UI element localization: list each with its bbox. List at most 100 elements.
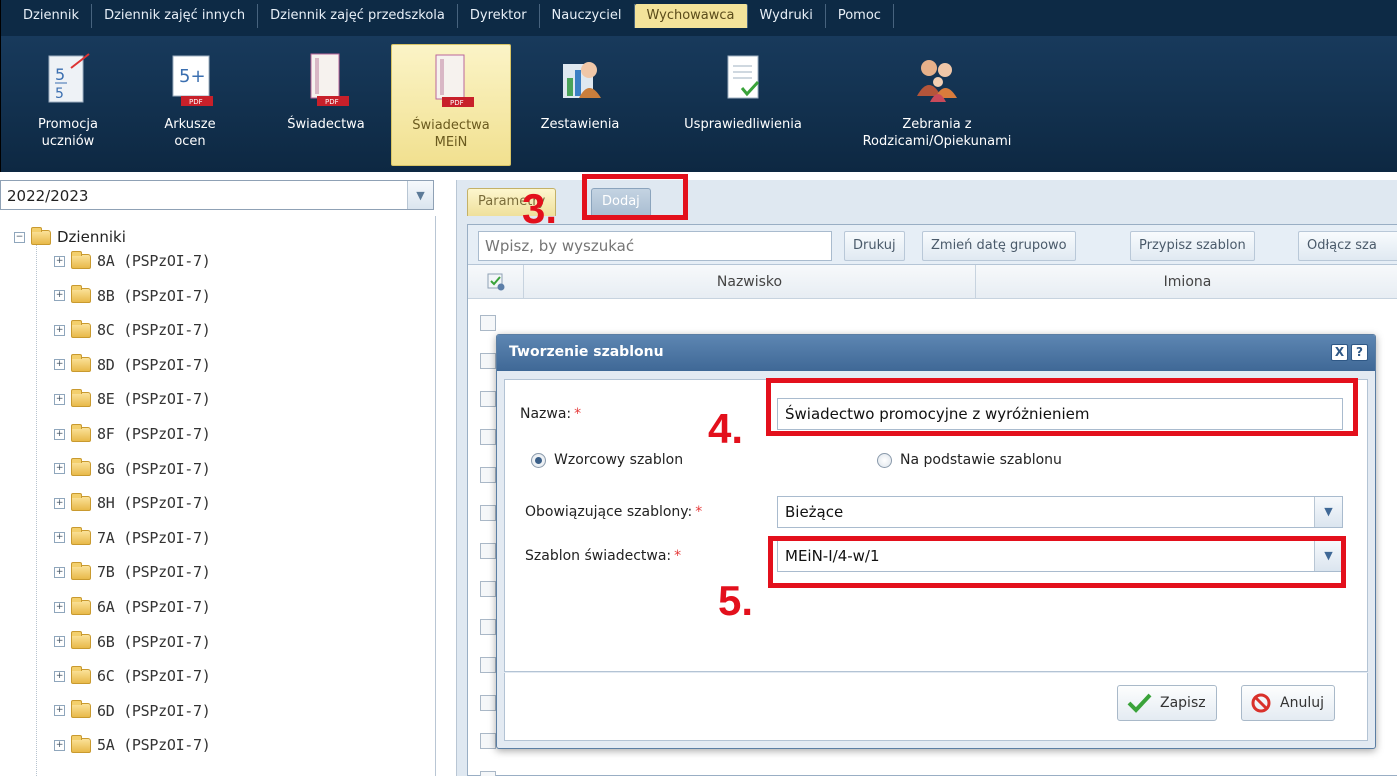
expand-icon[interactable]: + [54,359,65,371]
tree-item-label: 8H (PSPzOI-7) [97,494,211,513]
svg-text:PDF: PDF [450,99,464,107]
school-year-select[interactable]: 2022/2023 ▼ [0,180,434,210]
swiadectwa-button[interactable]: PDF Świadectwa [271,44,381,166]
tree-item-class[interactable]: +6C (PSPzOI-7) [54,665,211,685]
radio-selected-icon[interactable] [531,452,546,468]
swiadectwa-mein-button[interactable]: PDF Świadectwa MEiN [391,44,511,166]
open-folder-icon [31,226,51,245]
expand-icon[interactable]: + [54,463,65,475]
column-header-imiona[interactable]: Imiona [976,265,1397,299]
tree-item-label: 8D (PSPzOI-7) [97,355,211,374]
column-header-nazwisko[interactable]: Nazwisko [524,265,976,299]
folder-icon [71,665,91,684]
grid-header: Nazwisko Imiona [468,265,1397,299]
expand-icon[interactable]: + [54,566,65,578]
row-checkbox[interactable] [480,543,496,559]
tree-item-label: 6D (PSPzOI-7) [97,701,211,720]
tree-item-class[interactable]: +6A (PSPzOI-7) [54,596,211,616]
row-checkbox[interactable] [480,619,496,635]
row-checkbox[interactable] [480,657,496,673]
print-button[interactable]: Drukuj [844,231,905,261]
arkusze-ocen-button[interactable]: 5+ PDF Arkusze ocen [159,44,221,166]
folder-icon [71,354,91,373]
expand-icon[interactable]: + [54,324,65,336]
save-button[interactable]: Zapisz [1117,685,1217,721]
help-icon[interactable]: ? [1351,344,1368,361]
tree-item-class[interactable]: +7A (PSPzOI-7) [54,527,211,547]
templates-select[interactable]: Bieżące ▼ [777,496,1343,528]
tree-item-class[interactable]: +6D (PSPzOI-7) [54,700,211,720]
folder-icon [71,734,91,753]
menu-tab-wychowawca[interactable]: Wychowawca [634,4,748,28]
zebrania-button[interactable]: Zebrania z Rodzicami/Opiekunami [847,44,1027,166]
row-checkbox[interactable] [480,315,496,331]
menu-tab-pomoc[interactable]: Pomoc [826,4,894,28]
tree-item-class[interactable]: +8D (PSPzOI-7) [54,354,211,374]
expand-icon[interactable]: + [54,739,65,751]
certificate-template-label: Szablon świadectwa: * [525,548,682,564]
row-checkbox[interactable] [480,429,496,445]
annotation-box-step5 [768,536,1346,588]
tree-item-class[interactable]: +8F (PSPzOI-7) [54,423,211,443]
tree-item-label: 5A (PSPzOI-7) [97,736,211,755]
menu-tab-dziennik-przedszkola[interactable]: Dziennik zajęć przedszkola [258,4,458,28]
assign-template-button[interactable]: Przypisz szablon [1130,231,1255,261]
tree-item-class[interactable]: +6B (PSPzOI-7) [54,631,211,651]
menu-tab-dziennik-zajec-innych[interactable]: Dziennik zajęć innych [92,4,259,28]
tree-item-class[interactable]: +5A (PSPzOI-7) [54,734,211,755]
tree-item-class[interactable]: +8C (PSPzOI-7) [54,319,211,339]
expand-icon[interactable]: + [54,670,65,682]
folder-icon [71,561,91,580]
row-checkbox[interactable] [480,505,496,521]
tree-item-class[interactable]: +8B (PSPzOI-7) [54,285,211,305]
cancel-button[interactable]: Anuluj [1241,685,1335,721]
promocja-uczniow-button[interactable]: 55 Promocja uczniów [23,44,113,166]
usprawiedliwienia-button[interactable]: Usprawiedliwienia [653,44,833,166]
row-checkbox[interactable] [480,695,496,711]
chevron-down-icon[interactable]: ▼ [407,181,433,209]
expand-icon[interactable]: + [54,636,65,648]
document-check-icon [720,52,766,106]
radio-unselected-icon[interactable] [877,452,892,468]
tree-item-class[interactable]: +8E (PSPzOI-7) [54,388,211,408]
select-all-cell[interactable] [468,265,524,299]
chevron-down-icon[interactable]: ▼ [1314,497,1342,527]
expand-icon[interactable]: + [54,705,65,717]
menu-tab-dziennik[interactable]: Dziennik [11,4,93,28]
menu-tab-wydruki[interactable]: Wydruki [748,4,826,28]
expand-icon[interactable]: + [54,497,65,509]
expand-icon[interactable]: + [54,290,65,302]
detach-template-button[interactable]: Odłącz sza [1298,231,1397,261]
collapse-icon[interactable]: − [14,231,25,243]
row-checkbox[interactable] [480,771,496,776]
row-checkbox[interactable] [480,581,496,597]
row-checkbox[interactable] [480,467,496,483]
close-icon[interactable]: X [1331,344,1348,361]
tree-item-class[interactable]: +8H (PSPzOI-7) [54,492,211,513]
zestawienia-button[interactable]: Zestawienia [525,44,635,166]
row-checkbox[interactable] [480,353,496,369]
tree-item-label: 7A (PSPzOI-7) [97,528,211,547]
folder-icon [71,319,91,338]
tree-item-class[interactable]: +7B (PSPzOI-7) [54,561,211,581]
menu-tab-nauczyciel[interactable]: Nauczyciel [540,4,635,28]
row-checkbox[interactable] [480,391,496,407]
tree-item-label: 6A (PSPzOI-7) [97,598,211,616]
change-date-group-button[interactable]: Zmień datę grupowo [922,231,1076,261]
row-checkbox[interactable] [480,733,496,749]
certificate-pdf-icon: PDF [303,52,349,106]
expand-icon[interactable]: + [54,428,65,440]
folder-icon [71,596,91,615]
tree-item-class[interactable]: +8A (PSPzOI-7) [54,250,211,270]
radio-na-podstawie-szablonu[interactable]: Na podstawie szablonu [877,452,1062,468]
expand-icon[interactable]: + [54,255,65,267]
expand-icon[interactable]: + [54,532,65,544]
expand-icon[interactable]: + [54,601,65,613]
tree-root-dzienniki[interactable]: − Dzienniki [14,226,126,246]
select-all-icon[interactable] [487,273,505,291]
radio-wzorcowy-szablon[interactable]: Wzorcowy szablon [531,452,683,468]
search-input[interactable] [478,231,832,261]
expand-icon[interactable]: + [54,393,65,405]
tree-item-class[interactable]: +8G (PSPzOI-7) [54,458,211,478]
menu-tab-dyrektor[interactable]: Dyrektor [458,4,540,28]
